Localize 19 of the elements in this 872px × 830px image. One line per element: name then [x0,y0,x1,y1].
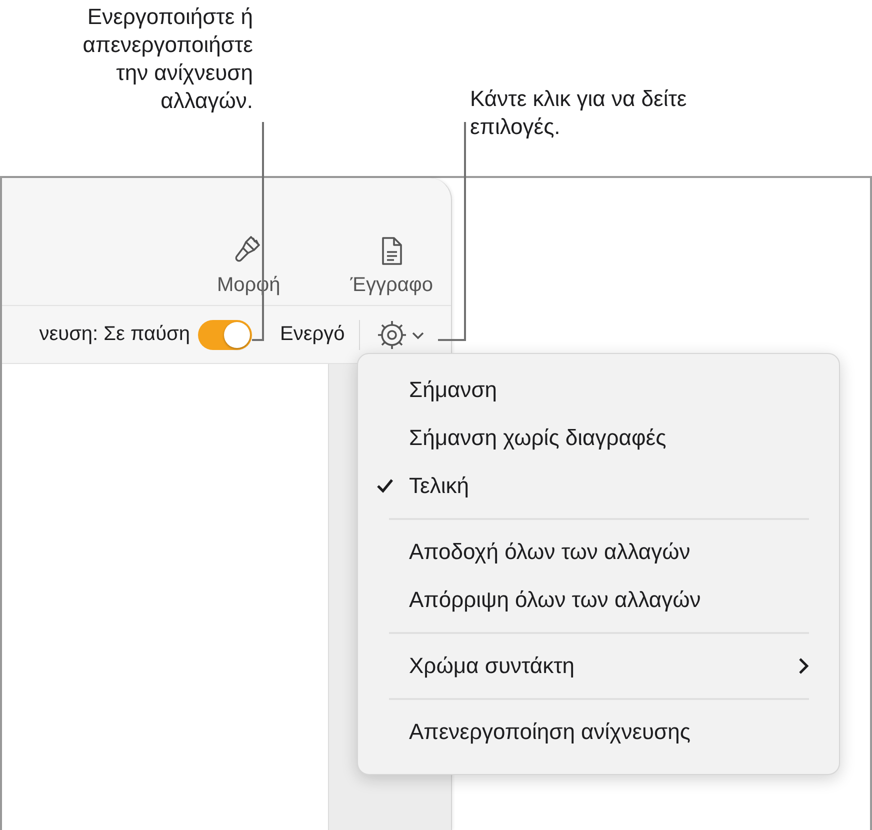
menu-item[interactable]: Απόρριψη όλων των αλλαγών [376,576,809,624]
callout-text: Κάντε κλικ για να δείτε επιλογές. [470,85,688,141]
tracking-toggle[interactable] [198,320,252,350]
chevron-right-icon [797,657,809,675]
chevron-down-icon [410,330,425,340]
menu-item[interactable]: Αποδοχή όλων των αλλαγών [376,528,809,576]
tracking-status-label: νευση: Σε παύση [38,323,190,346]
menu-item[interactable]: Σήμανση [376,366,809,414]
menu-item[interactable]: Τελική [376,462,809,510]
callout-text: Ενεργοποιήστε ή απενεργοποιήστε την ανίχνευση αλλαγών. [82,3,253,115]
gear-icon [376,318,408,350]
toolbar-button[interactable]: Έγγραφο [346,236,437,297]
menu-item[interactable]: Σήμανση χωρίς διαγραφές [376,414,809,462]
options-button[interactable] [376,318,425,350]
checkmark-icon [376,478,394,494]
menu-item[interactable]: Απενεργοποίηση ανίχνευσης [376,708,809,756]
document-icon [380,236,404,266]
menu-item[interactable]: Χρώμα συντάκτη [376,642,809,690]
toggle-label: Ενεργό [280,323,345,346]
